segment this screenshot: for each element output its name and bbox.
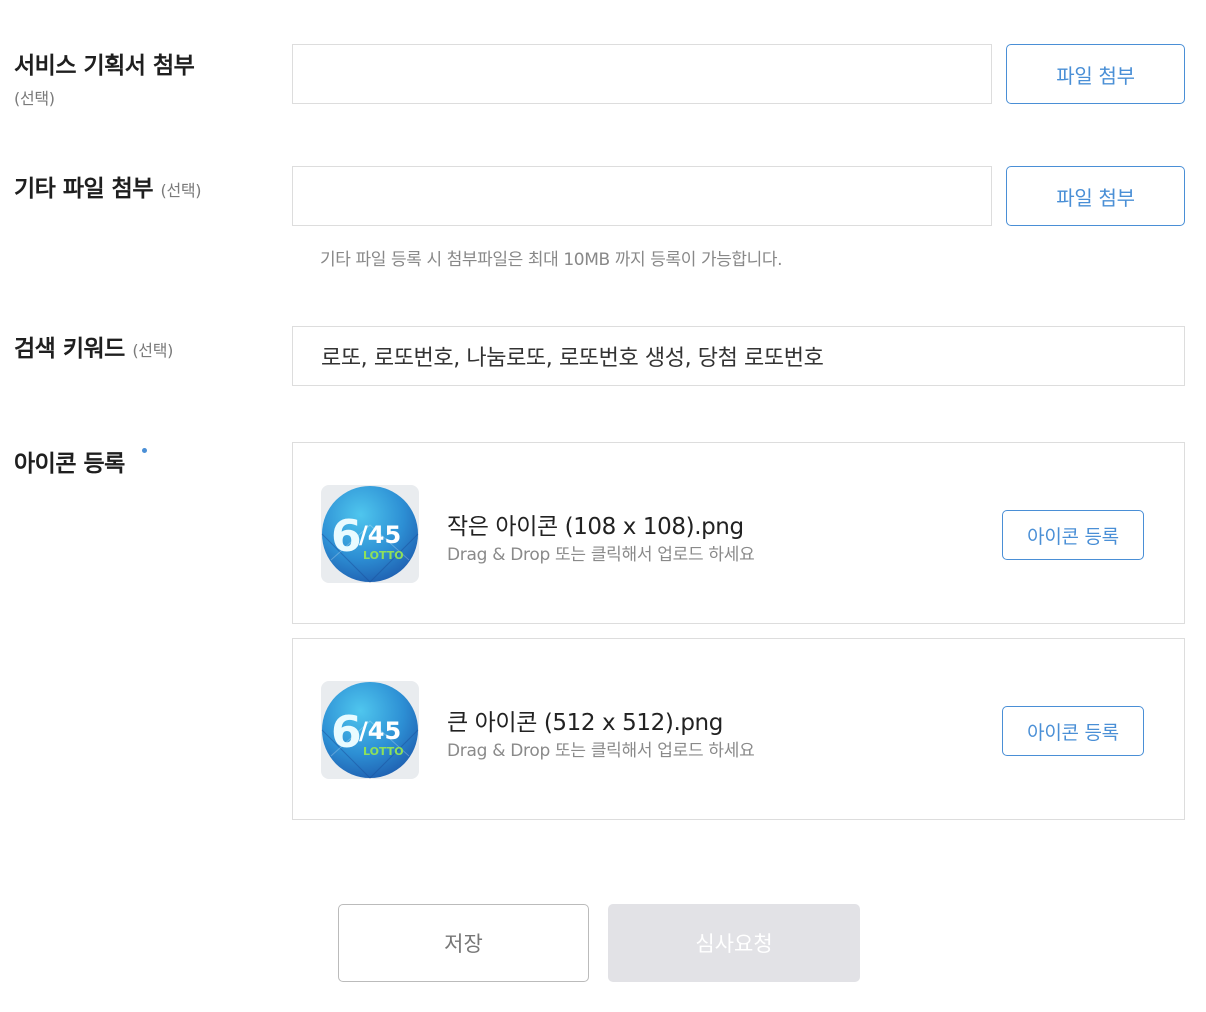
other-file-label: 기타 파일 첨부 — [14, 176, 153, 202]
lotto-logo-icon: 6 /45 LOTTO — [321, 682, 419, 779]
logo-six-text: 6 — [331, 707, 362, 758]
logo-45-text: /45 — [359, 521, 401, 549]
logo-lotto-text: LOTTO — [363, 549, 404, 562]
lotto-logo-icon: 6 /45 LOTTO — [321, 486, 419, 583]
other-file-field[interactable] — [292, 166, 992, 226]
other-file-optional-label: (선택) — [160, 181, 202, 200]
small-icon-description: Drag & Drop 또는 클릭해서 업로드 하세요 — [447, 545, 755, 565]
review-request-button[interactable]: 심사요청 — [608, 904, 860, 982]
keywords-value: 로또, 로또번호, 나눔로또, 로또번호 생성, 당첨 로또번호 — [321, 346, 824, 371]
other-file-hint: 기타 파일 등록 시 첨부파일은 최대 10MB 까지 등록이 가능합니다. — [320, 250, 783, 270]
large-icon-dropzone[interactable]: 6 /45 LOTTO 큰 아이콘 (512 x 512).png Drag &… — [292, 638, 1185, 820]
small-icon-register-button[interactable]: 아이콘 등록 — [1002, 510, 1144, 560]
logo-45-text: /45 — [359, 717, 401, 745]
keywords-input[interactable]: 로또, 로또번호, 나눔로또, 로또번호 생성, 당첨 로또번호 — [292, 326, 1185, 386]
save-button[interactable]: 저장 — [338, 904, 589, 982]
large-icon-thumbnail: 6 /45 LOTTO — [321, 681, 419, 779]
keywords-label-group: 검색 키워드 (선택) — [14, 329, 173, 363]
small-icon-filename: 작은 아이콘 (108 x 108).png — [447, 514, 744, 540]
service-plan-optional-label: (선택) — [14, 89, 55, 108]
keywords-label: 검색 키워드 — [14, 336, 125, 362]
required-dot — [142, 448, 147, 453]
logo-six-text: 6 — [331, 511, 362, 562]
service-plan-label: 서비스 기획서 첨부 — [14, 53, 195, 79]
large-icon-description: Drag & Drop 또는 클릭해서 업로드 하세요 — [447, 741, 755, 761]
small-icon-thumbnail: 6 /45 LOTTO — [321, 485, 419, 583]
large-icon-register-button[interactable]: 아이콘 등록 — [1002, 706, 1144, 756]
icon-register-label: 아이콘 등록 — [14, 451, 125, 477]
logo-lotto-text: LOTTO — [363, 745, 404, 758]
other-file-label-group: 기타 파일 첨부 (선택) — [14, 169, 202, 203]
keywords-optional-label: (선택) — [132, 341, 174, 360]
other-file-attach-button[interactable]: 파일 첨부 — [1006, 166, 1185, 226]
service-plan-attach-button[interactable]: 파일 첨부 — [1006, 44, 1185, 104]
large-icon-filename: 큰 아이콘 (512 x 512).png — [447, 710, 723, 736]
small-icon-dropzone[interactable]: 6 /45 LOTTO 작은 아이콘 (108 x 108).png Drag … — [292, 442, 1185, 624]
service-plan-file-field[interactable] — [292, 44, 992, 104]
